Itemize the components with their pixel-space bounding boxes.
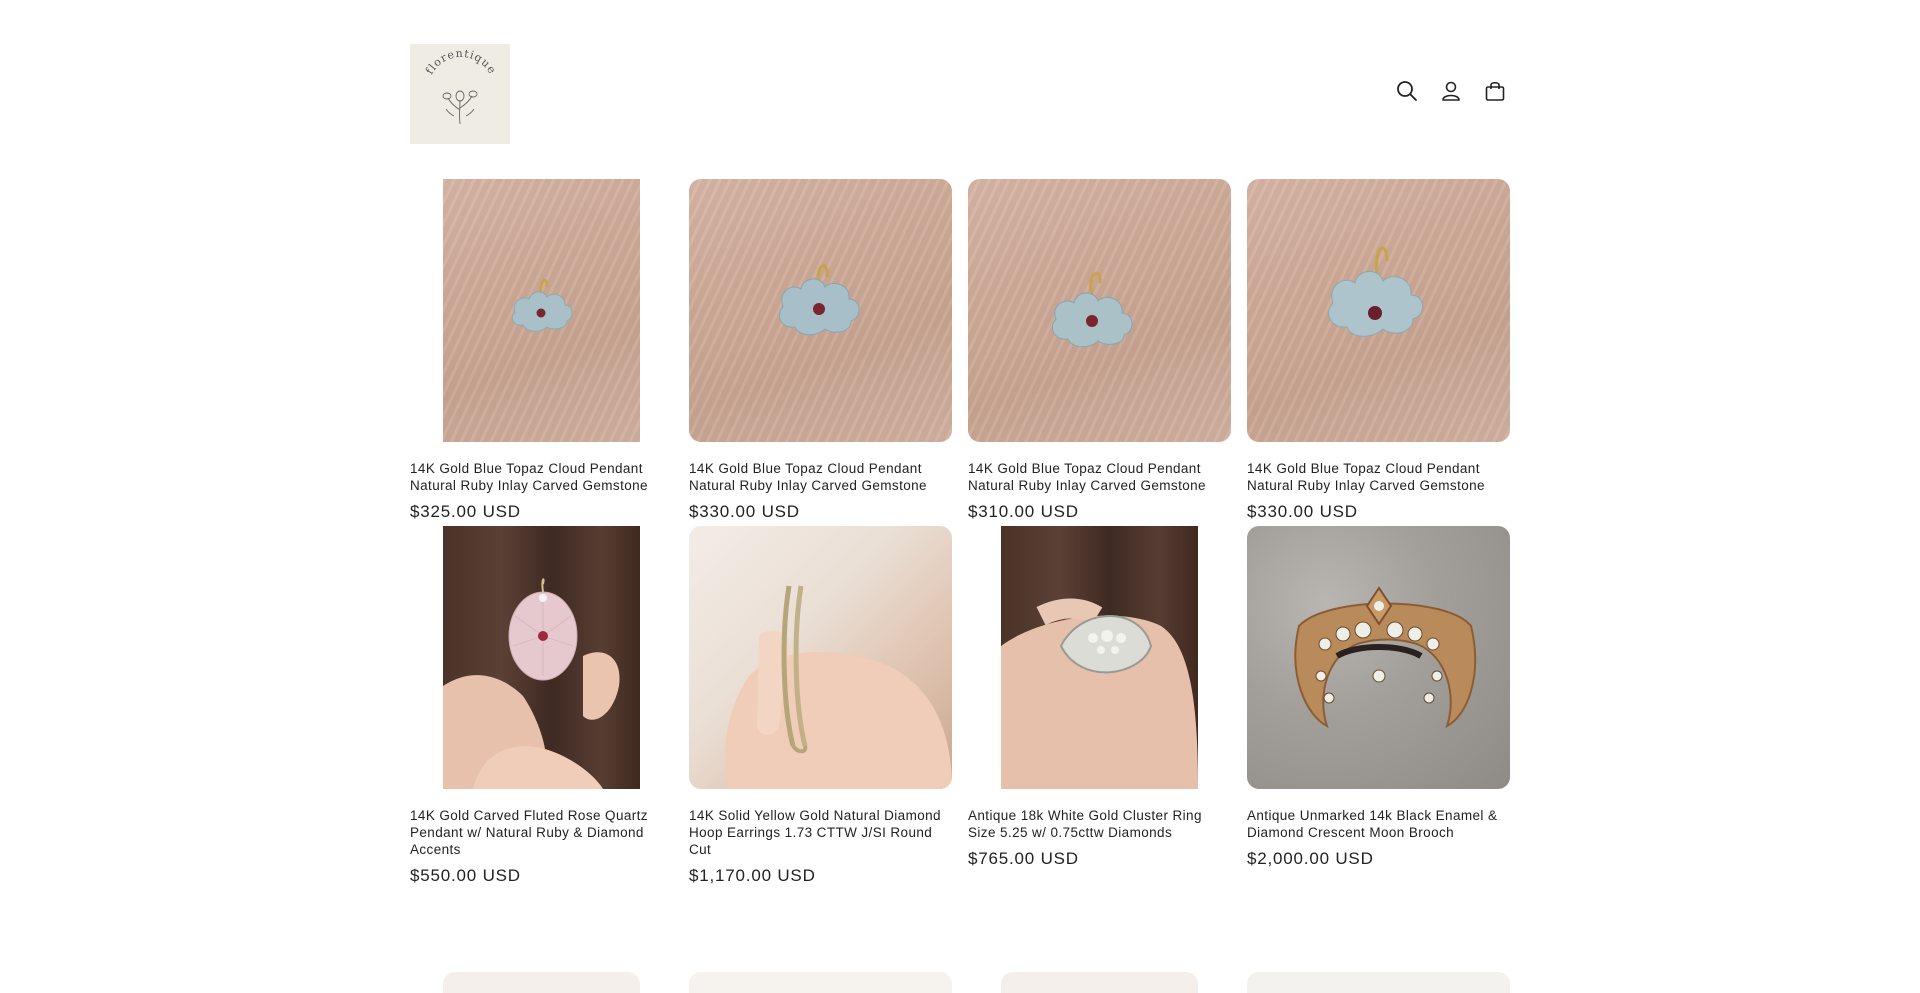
product-image[interactable] xyxy=(1247,179,1510,442)
product-card[interactable]: Antique 18k White Gold Cluster Ring Size… xyxy=(968,526,1231,890)
product-card[interactable]: 14K Gold Blue Topaz Cloud Pendant Natura… xyxy=(410,179,673,526)
product-title[interactable]: 14K Solid Yellow Gold Natural Diamond Ho… xyxy=(689,807,952,858)
product-image[interactable] xyxy=(968,179,1231,442)
partial-image xyxy=(1247,972,1510,993)
product-card[interactable]: 14K Gold Blue Topaz Cloud Pendant Natura… xyxy=(689,179,952,526)
hoop-earrings-photo xyxy=(689,526,952,789)
product-image[interactable] xyxy=(1247,526,1510,789)
product-price: $765.00 USD xyxy=(968,849,1079,868)
svg-text:florentique: florentique xyxy=(423,47,499,77)
product-title[interactable]: 14K Gold Blue Topaz Cloud Pendant Natura… xyxy=(968,460,1231,494)
cluster-ring-photo xyxy=(1001,526,1198,789)
site-header: florentique xyxy=(410,44,1508,144)
logo-graphic: florentique xyxy=(423,47,499,125)
logo-text: florentique xyxy=(423,47,498,77)
product-image[interactable] xyxy=(410,179,673,442)
product-card[interactable]: 14K Gold Blue Topaz Cloud Pendant Natura… xyxy=(968,179,1231,526)
cloud-pendant-photo xyxy=(443,179,640,442)
product-price: $1,170.00 USD xyxy=(689,866,816,885)
product-image[interactable] xyxy=(689,179,952,442)
product-price: $330.00 USD xyxy=(1247,502,1358,521)
crescent-brooch-photo xyxy=(1247,526,1510,789)
product-price: $325.00 USD xyxy=(410,502,521,521)
product-image[interactable] xyxy=(689,526,952,789)
header-actions xyxy=(1394,78,1508,104)
partial-image xyxy=(1001,972,1198,993)
product-title[interactable]: 14K Gold Blue Topaz Cloud Pendant Natura… xyxy=(410,460,673,494)
product-image[interactable] xyxy=(968,526,1231,789)
product-title[interactable]: Antique 18k White Gold Cluster Ring Size… xyxy=(968,807,1231,841)
product-title[interactable]: 14K Gold Blue Topaz Cloud Pendant Natura… xyxy=(1247,460,1510,494)
product-title[interactable]: 14K Gold Carved Fluted Rose Quartz Penda… xyxy=(410,807,673,858)
next-row-preview xyxy=(410,972,1510,993)
product-price: $310.00 USD xyxy=(968,502,1079,521)
product-card[interactable]: 14K Gold Carved Fluted Rose Quartz Penda… xyxy=(410,526,673,890)
account-icon[interactable] xyxy=(1438,78,1464,104)
cloud-pendant-photo xyxy=(1247,179,1510,442)
product-title[interactable]: Antique Unmarked 14k Black Enamel & Diam… xyxy=(1247,807,1510,841)
product-card[interactable]: 14K Gold Blue Topaz Cloud Pendant Natura… xyxy=(1247,179,1510,526)
partial-image xyxy=(689,972,952,993)
cloud-pendant-photo xyxy=(968,179,1231,442)
product-price: $550.00 USD xyxy=(410,866,521,885)
cart-icon[interactable] xyxy=(1482,78,1508,104)
rose-quartz-pendant-photo xyxy=(443,526,640,789)
product-grid: 14K Gold Blue Topaz Cloud Pendant Natura… xyxy=(410,179,1510,890)
product-title[interactable]: 14K Gold Blue Topaz Cloud Pendant Natura… xyxy=(689,460,952,494)
product-price: $330.00 USD xyxy=(689,502,800,521)
product-card[interactable]: 14K Solid Yellow Gold Natural Diamond Ho… xyxy=(689,526,952,890)
cloud-pendant-photo xyxy=(689,179,952,442)
store-logo[interactable]: florentique xyxy=(410,44,510,144)
product-image[interactable] xyxy=(410,526,673,789)
product-card[interactable]: Antique Unmarked 14k Black Enamel & Diam… xyxy=(1247,526,1510,890)
page: florentique 14K Gold Blue Topaz Cloud Pe… xyxy=(0,0,1920,993)
search-icon[interactable] xyxy=(1394,78,1420,104)
product-price: $2,000.00 USD xyxy=(1247,849,1374,868)
partial-image xyxy=(443,972,640,993)
